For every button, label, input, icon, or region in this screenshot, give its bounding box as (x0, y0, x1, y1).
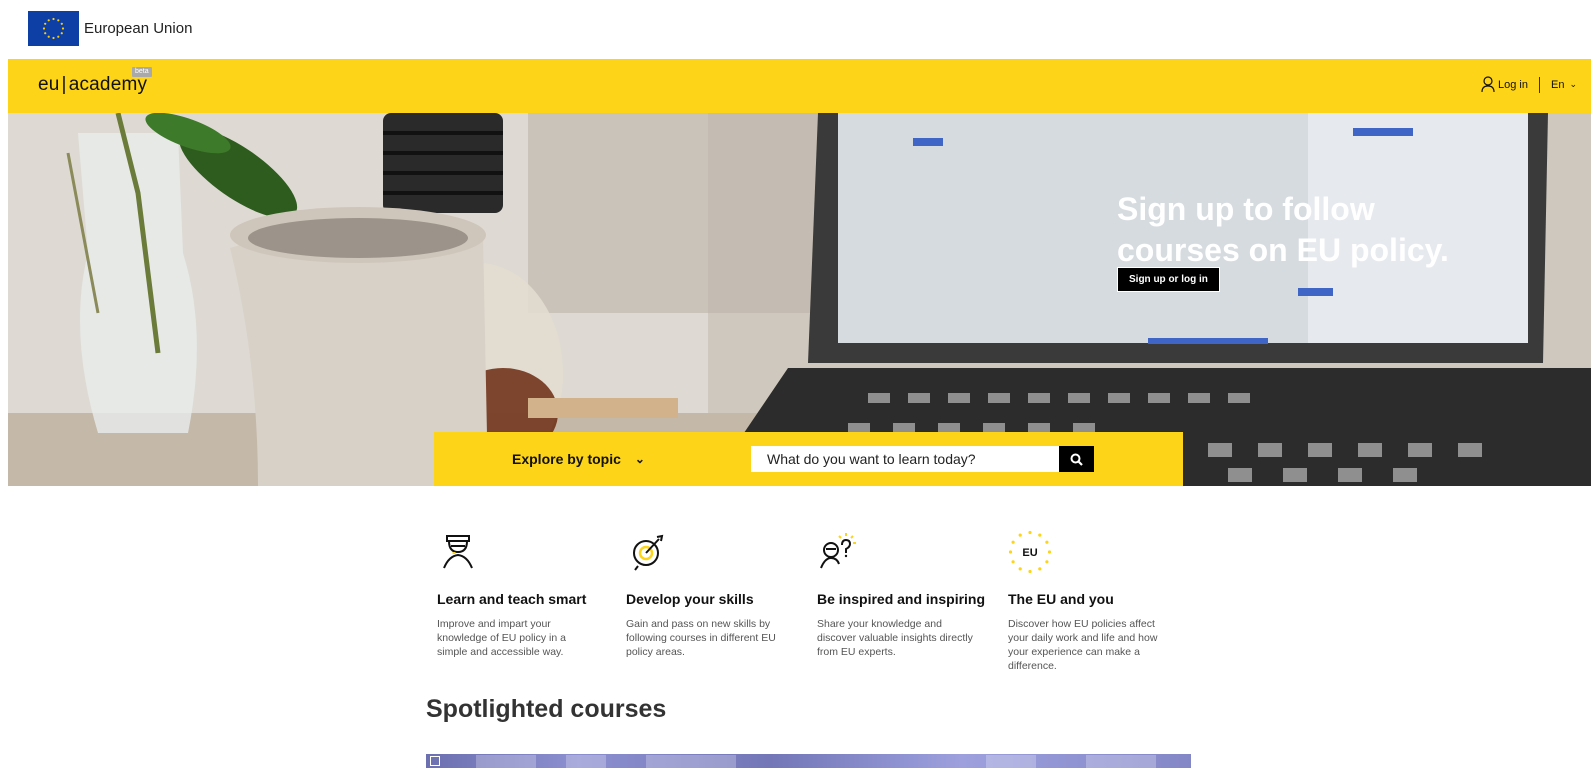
eu-flag-icon[interactable] (28, 11, 79, 46)
bookmark-icon[interactable] (430, 756, 440, 766)
image-detail (646, 755, 736, 768)
chevron-down-icon: ⌄ (1569, 79, 1577, 89)
language-selector[interactable]: En ⌄ (1551, 79, 1577, 91)
feature-text: Gain and pass on new skills by following… (626, 618, 776, 658)
logo-separator: | (61, 74, 67, 95)
feature-title: Develop your skills (626, 591, 754, 607)
search-icon (1070, 453, 1083, 466)
feature-eu-and-you: EU The EU and you Discover how EU polici… (1008, 530, 1173, 673)
search-button[interactable] (1059, 446, 1094, 472)
feature-text: Share your knowledge and discover valuab… (817, 618, 973, 658)
hero-title-line-1: Sign up to follow (1117, 191, 1375, 227)
eu-academy-logo[interactable]: eu | academy (38, 74, 147, 96)
eu-stars-icon: EU (1008, 530, 1052, 574)
search-input[interactable] (751, 446, 1059, 472)
header-actions: Log in En ⌄ (1481, 76, 1577, 93)
user-icon (1481, 76, 1495, 93)
feature-learn-teach: Learn and teach smart Improve and impart… (437, 530, 602, 659)
feature-develop-skills: Develop your skills Gain and pass on new… (626, 530, 791, 659)
image-detail (566, 755, 606, 768)
inspired-person-icon (820, 533, 856, 569)
language-label: En (1550, 78, 1565, 91)
feature-text: Improve and impart your knowledge of EU … (437, 618, 566, 658)
login-link[interactable]: Log in (1481, 76, 1528, 93)
feature-title: The EU and you (1008, 591, 1114, 607)
image-detail (986, 755, 1036, 768)
hero-title-line-2: courses on EU policy. (1117, 232, 1449, 268)
course-card-image[interactable] (426, 754, 1191, 768)
image-detail (1086, 755, 1156, 768)
target-pencil-icon (633, 534, 664, 571)
hero-banner: Sign up to follow courses on EU policy. … (8, 113, 1591, 486)
hero-background-image (8, 113, 1591, 486)
site-header: eu | academy beta Log in En ⌄ (8, 59, 1591, 113)
feature-title: Be inspired and inspiring (817, 591, 986, 607)
explore-by-topic-dropdown[interactable]: Explore by topic ⌄ (512, 451, 645, 467)
beta-badge: beta (132, 67, 152, 77)
sign-up-button[interactable]: Sign up or log in (1117, 267, 1220, 292)
eu-label: European Union (84, 20, 193, 37)
feature-text: Discover how EU policies affect your dai… (1008, 618, 1158, 672)
search-bar: Explore by topic ⌄ (434, 432, 1183, 486)
header-divider (1538, 76, 1540, 93)
hero-title: Sign up to follow courses on EU policy. (1117, 189, 1477, 271)
image-detail (476, 755, 536, 768)
feature-be-inspired: Be inspired and inspiring Share your kno… (817, 530, 986, 659)
chevron-down-icon: ⌄ (634, 452, 645, 466)
graduate-icon (443, 535, 473, 569)
feature-title: Learn and teach smart (437, 591, 587, 607)
explore-label: Explore by topic (512, 451, 621, 467)
eu-top-bar: European Union (0, 0, 1591, 59)
eu-stars-text: EU (1022, 547, 1037, 559)
login-label: Log in (1498, 78, 1528, 91)
logo-academy: academy (68, 74, 148, 95)
logo-eu: eu (38, 74, 60, 95)
spotlight-heading: Spotlighted courses (426, 695, 667, 723)
